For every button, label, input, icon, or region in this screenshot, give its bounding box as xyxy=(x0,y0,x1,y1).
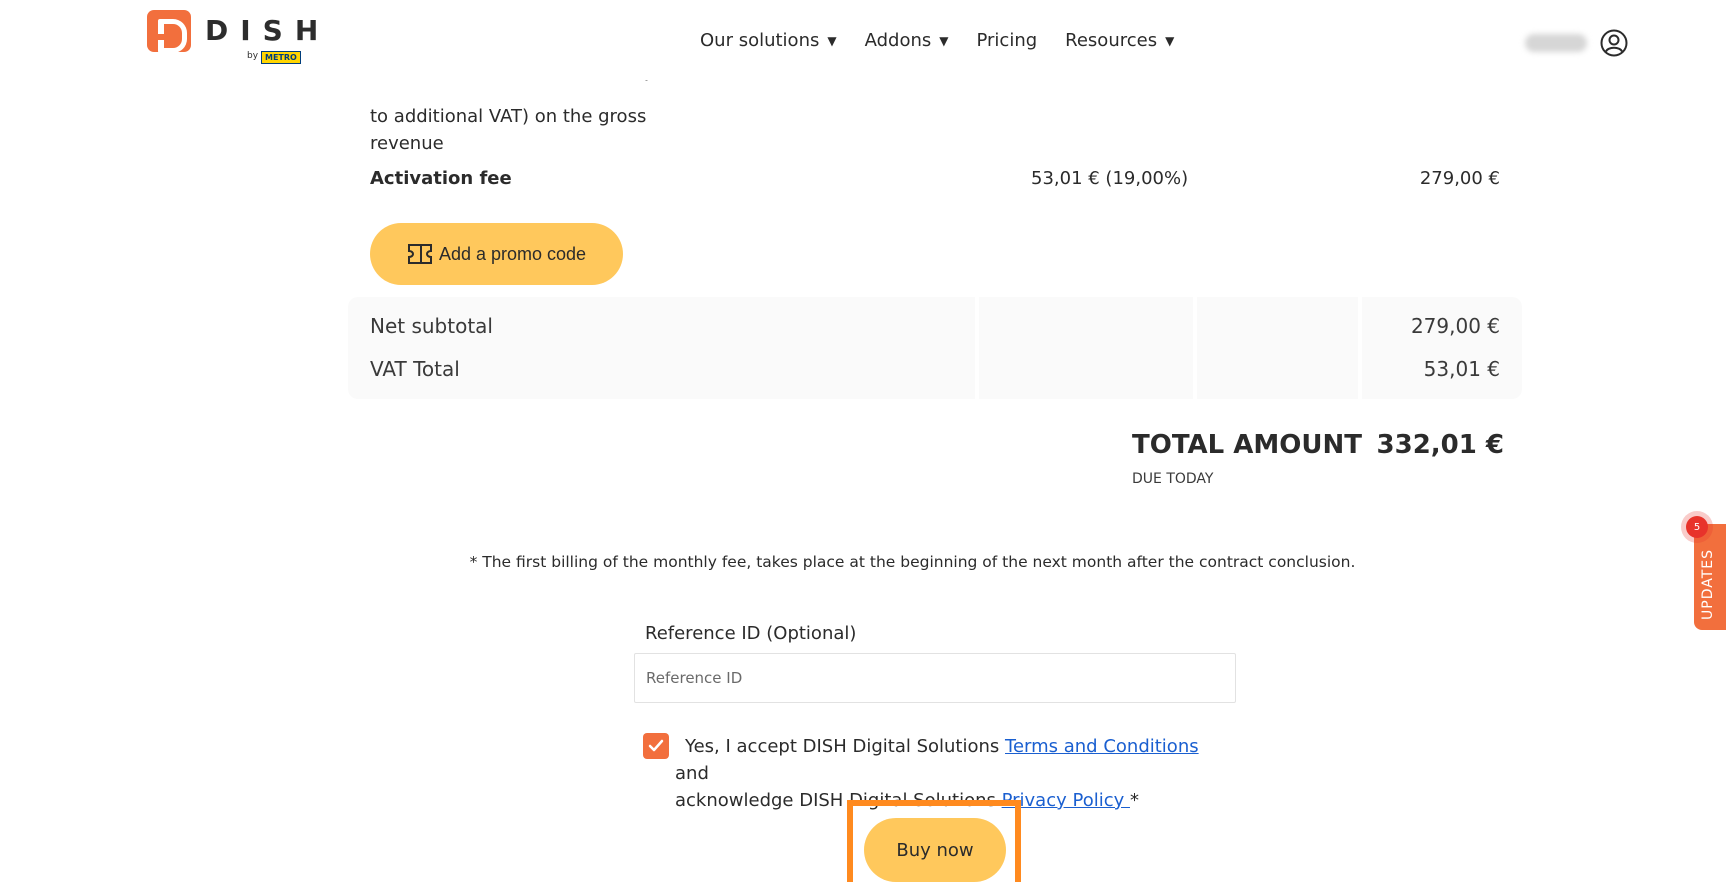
consent-text-part: * xyxy=(1129,790,1139,811)
nav-label: Our solutions xyxy=(700,30,820,51)
total-amount-value: 332,01 € xyxy=(1376,430,1504,460)
net-subtotal-row: Net subtotal 279,00 € xyxy=(370,314,1500,344)
net-subtotal-value: 279,00 € xyxy=(1410,314,1500,338)
blurred-user-name xyxy=(1525,34,1587,52)
description-line: revenue xyxy=(370,133,444,154)
activation-fee-label: Activation fee xyxy=(370,168,512,189)
ticket-icon xyxy=(407,244,432,264)
caret-down-icon: ▼ xyxy=(939,33,949,48)
updates-label: UPDATES xyxy=(1700,549,1716,620)
caret-down-icon: ▼ xyxy=(827,33,837,48)
user-circle-icon[interactable] xyxy=(1599,28,1629,58)
dish-logo[interactable]: DISH by METRO xyxy=(147,10,318,66)
add-promo-code-button[interactable]: Add a promo code xyxy=(370,223,623,285)
updates-tab[interactable]: UPDATES xyxy=(1694,524,1726,630)
subtotals-table: Net subtotal 279,00 € VAT Total 53,01 € xyxy=(348,297,1522,399)
vat-total-label: VAT Total xyxy=(370,357,460,381)
buy-now-button[interactable]: Buy now xyxy=(864,818,1006,882)
billing-note: * The first billing of the monthly fee, … xyxy=(469,553,1356,571)
logo-wordmark: DISH xyxy=(205,14,331,47)
nav-resources[interactable]: Resources ▼ xyxy=(1065,30,1174,51)
consent-text-part: and xyxy=(675,763,709,784)
nav-our-solutions[interactable]: Our solutions ▼ xyxy=(700,30,837,51)
reference-id-input[interactable] xyxy=(634,653,1236,703)
consent-text-part: Yes, I accept DISH Digital Solutions xyxy=(685,736,1006,757)
nav-pricing[interactable]: Pricing xyxy=(976,30,1037,51)
activation-fee-amount: 279,00 € xyxy=(1419,168,1500,189)
description-line: to additional VAT) on the gross xyxy=(370,106,647,127)
promo-button-label: Add a promo code xyxy=(438,243,587,264)
nav-label: Resources xyxy=(1065,30,1158,51)
main-nav: Our solutions ▼ Addons ▼ Pricing Resourc… xyxy=(700,30,1174,51)
nav-addons[interactable]: Addons ▼ xyxy=(865,30,949,51)
check-icon xyxy=(648,739,664,752)
due-today-label: DUE TODAY xyxy=(1132,471,1214,487)
updates-count-badge: 5 xyxy=(1686,516,1708,538)
dish-logo-icon xyxy=(147,10,191,53)
activation-fee-row: Activation fee 53,01 € (19,00%) 279,00 € xyxy=(370,168,1500,194)
activation-fee-vat: 53,01 € (19,00%) xyxy=(1031,168,1189,189)
caret-down-icon: ▼ xyxy=(1165,33,1175,48)
vat-total-value: 53,01 € xyxy=(1423,357,1500,381)
product-description: to additional VAT) on the gross revenue xyxy=(370,103,690,157)
nav-label: Pricing xyxy=(976,30,1038,51)
terms-and-conditions-link[interactable]: Terms and Conditions xyxy=(1005,736,1199,757)
logo-by: by xyxy=(247,51,259,61)
checkout-page: DISH by METRO Our solutions ▼ Addons ▼ P… xyxy=(0,0,1726,882)
reference-id-label: Reference ID (Optional) xyxy=(645,623,857,644)
user-menu[interactable] xyxy=(1525,28,1629,58)
terms-checkbox[interactable] xyxy=(643,733,669,759)
metro-badge: METRO xyxy=(261,51,301,64)
nav-label: Addons xyxy=(864,30,932,51)
top-header: DISH by METRO Our solutions ▼ Addons ▼ P… xyxy=(0,0,1726,80)
total-amount-block: TOTAL AMOUNT DUE TODAY 332,01 € xyxy=(1132,430,1504,490)
vat-total-row: VAT Total 53,01 € xyxy=(370,357,1500,387)
total-amount-label: TOTAL AMOUNT xyxy=(1132,430,1363,460)
net-subtotal-label: Net subtotal xyxy=(370,314,493,338)
